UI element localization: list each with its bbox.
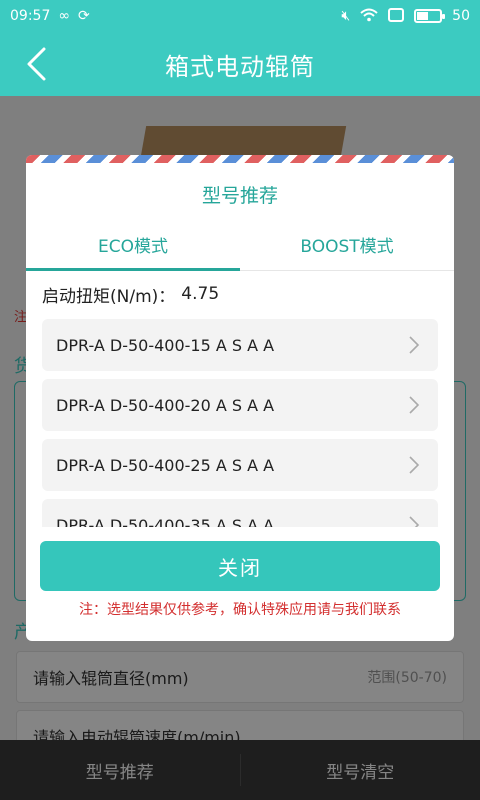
model-list[interactable]: DPR-A D-50-400-15 A S A A DPR-A D-50-400… bbox=[26, 319, 454, 527]
chevron-right-icon bbox=[404, 455, 424, 475]
model-code: DPR-A D-50-400-25 A S A A bbox=[56, 455, 275, 475]
chevron-right-icon bbox=[404, 395, 424, 415]
torque-row: 启动扭矩(N/m)： 4.75 bbox=[26, 271, 454, 317]
torque-label: 启动扭矩(N/m)： bbox=[42, 286, 176, 307]
back-button[interactable] bbox=[16, 44, 56, 84]
page-title: 箱式电动辊筒 bbox=[165, 52, 315, 81]
screen-icon bbox=[388, 7, 405, 25]
list-item[interactable]: DPR-A D-50-400-20 A S A A bbox=[42, 379, 438, 431]
list-item[interactable]: DPR-A D-50-400-25 A S A A bbox=[42, 439, 438, 491]
status-bar: 09:57 ∞ ⟳ 🔇︎ 50 bbox=[0, 0, 480, 32]
mute-icon: 🔇︎ bbox=[341, 8, 351, 24]
close-button[interactable]: 关闭 bbox=[40, 541, 440, 591]
airmail-border bbox=[26, 155, 454, 163]
mode-tabs: ECO模式 BOOST模式 bbox=[26, 219, 454, 271]
battery-level: 50 bbox=[452, 8, 470, 24]
chevron-right-icon bbox=[404, 335, 424, 355]
torque-value: 4.75 bbox=[181, 284, 220, 304]
wifi-icon bbox=[360, 8, 378, 25]
chevron-right-icon bbox=[404, 515, 424, 527]
disclaimer-notice: 注：选型结果仅供参考，确认特殊应用请与我们联系 bbox=[79, 602, 401, 618]
dialog-title: 型号推荐 bbox=[201, 185, 278, 207]
battery-icon bbox=[414, 9, 446, 23]
list-item[interactable]: DPR-A D-50-400-35 A S A A bbox=[42, 499, 438, 527]
recommend-dialog: 型号推荐 ECO模式 BOOST模式 启动扭矩(N/m)： 4.75 DPR-A… bbox=[26, 155, 454, 641]
tab-indicator bbox=[26, 268, 240, 271]
model-code: DPR-A D-50-400-35 A S A A bbox=[56, 515, 275, 528]
list-item[interactable]: DPR-A D-50-400-15 A S A A bbox=[42, 319, 438, 371]
sync-icon: ⟳ bbox=[78, 8, 90, 24]
infinity-icon: ∞ bbox=[58, 8, 71, 24]
model-code: DPR-A D-50-400-20 A S A A bbox=[56, 395, 275, 415]
chevron-left-icon bbox=[27, 47, 46, 81]
model-code: DPR-A D-50-400-15 A S A A bbox=[56, 335, 275, 355]
tab-boost[interactable]: BOOST模式 bbox=[240, 219, 454, 270]
status-time: 09:57 bbox=[10, 8, 51, 24]
tab-eco[interactable]: ECO模式 bbox=[26, 219, 240, 270]
app-header: 箱式电动辊筒 bbox=[0, 32, 480, 96]
